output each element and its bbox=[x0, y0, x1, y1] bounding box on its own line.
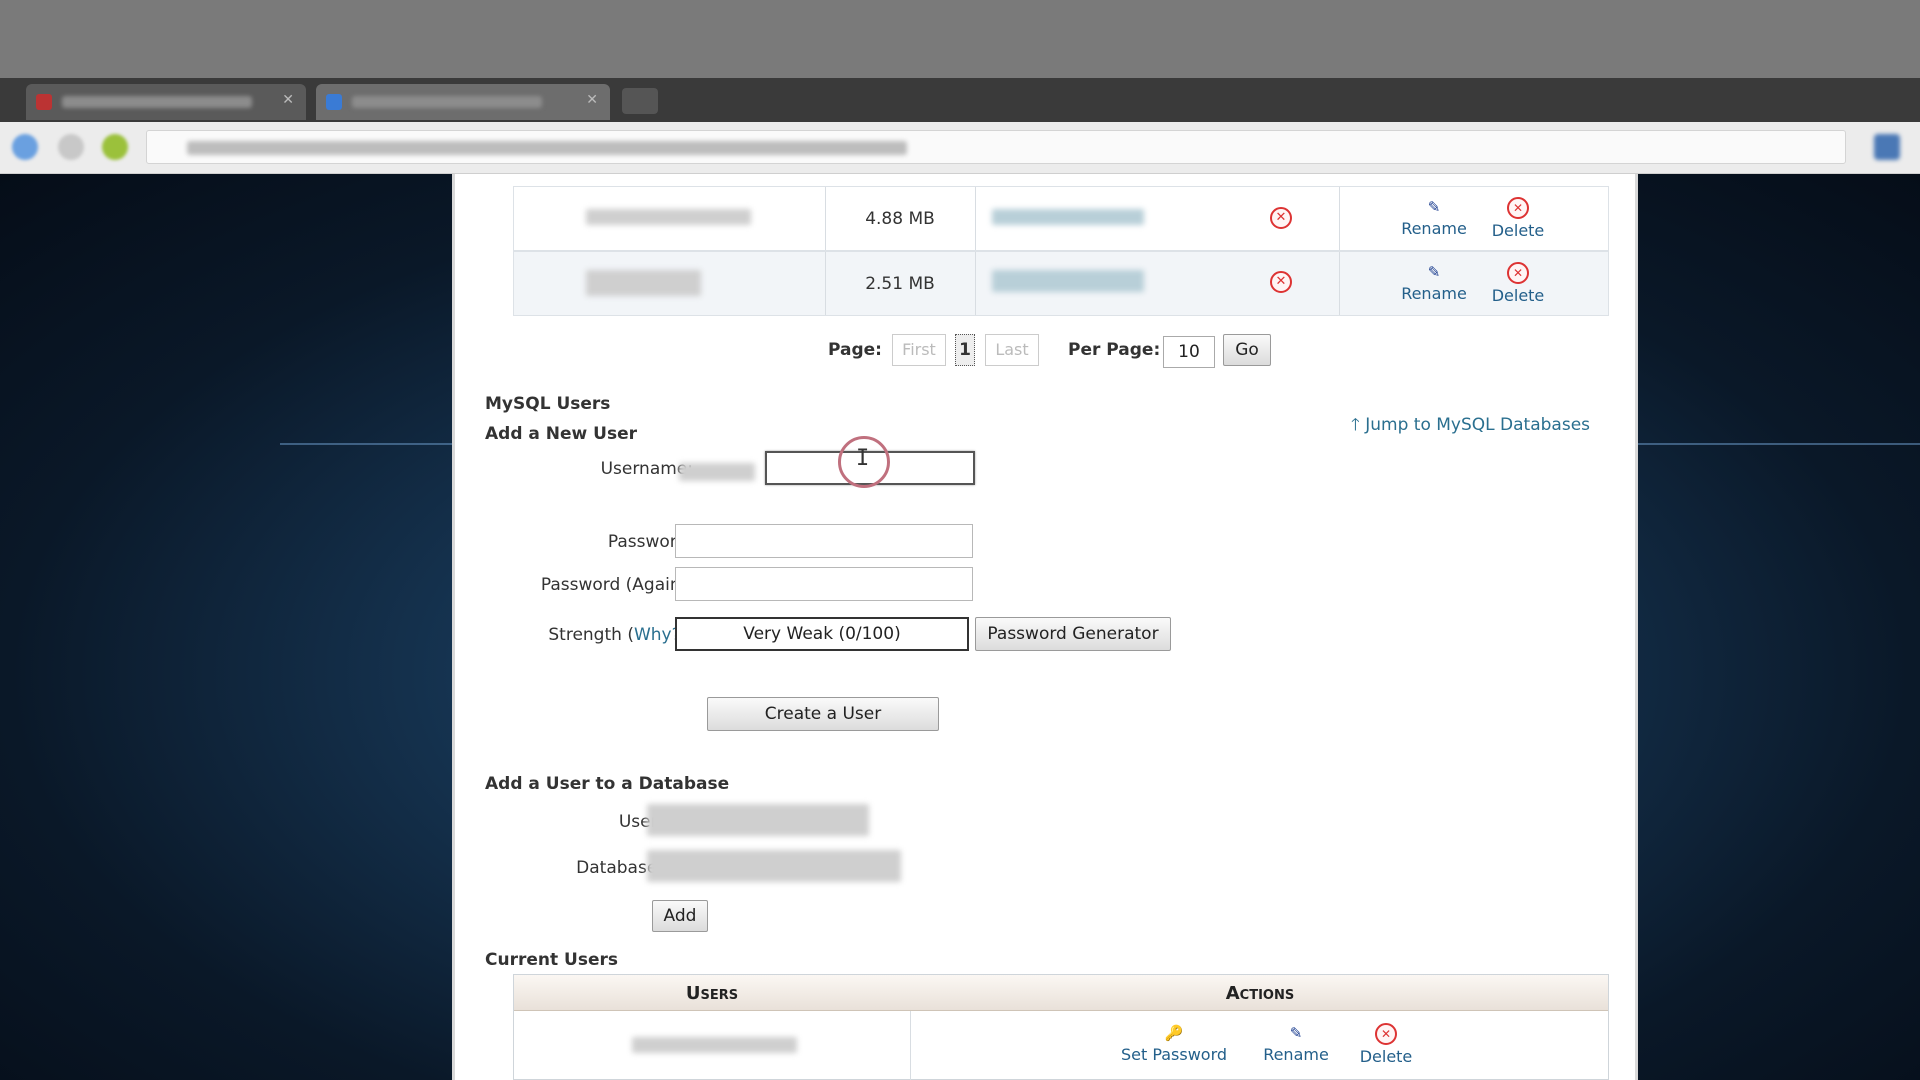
user-select[interactable] bbox=[647, 804, 869, 836]
close-icon[interactable]: ✕ bbox=[586, 92, 598, 108]
column-header-users: Users bbox=[685, 983, 739, 1004]
delete-icon: ✕ bbox=[1375, 1023, 1397, 1045]
password-generator-button[interactable]: Password Generator bbox=[975, 617, 1171, 651]
page-label: Page: bbox=[828, 340, 882, 360]
current-page: 1 bbox=[955, 334, 975, 366]
delete-action[interactable]: ✕ Delete bbox=[1348, 1023, 1424, 1066]
user-select-label: User: bbox=[618, 812, 663, 832]
browser-tab-2[interactable]: ✕ bbox=[316, 84, 610, 120]
delete-icon[interactable]: ✕ bbox=[1270, 207, 1292, 229]
last-page-button[interactable]: Last bbox=[985, 334, 1039, 366]
extension-icon[interactable] bbox=[1874, 134, 1900, 160]
rename-label: Rename bbox=[1263, 1045, 1329, 1064]
new-tab-button[interactable] bbox=[622, 88, 658, 114]
database-select[interactable] bbox=[647, 850, 901, 882]
rename-icon: ✎ bbox=[1427, 198, 1441, 216]
password-strength-meter: Very Weak (0/100) bbox=[675, 617, 969, 651]
tab-favicon bbox=[326, 94, 342, 110]
background-line bbox=[1638, 443, 1920, 445]
database-name-blurred bbox=[586, 270, 701, 296]
username-label: Username: bbox=[600, 459, 693, 479]
delete-label: Delete bbox=[1359, 1047, 1413, 1066]
database-name-blurred bbox=[586, 209, 751, 225]
text-cursor-icon: I bbox=[856, 446, 870, 471]
tab-favicon bbox=[36, 94, 52, 110]
rename-action[interactable]: ✎ Rename bbox=[1394, 197, 1474, 238]
strength-label-prefix: Strength ( bbox=[548, 625, 634, 645]
pagination: Page: First 1 Last Per Page: Go bbox=[455, 332, 1635, 368]
database-select-label: Database: bbox=[576, 858, 663, 878]
add-user-to-db-button[interactable]: Add bbox=[652, 900, 708, 932]
add-new-user-heading: Add a New User bbox=[485, 424, 638, 444]
password-label: Password: bbox=[607, 532, 693, 552]
delete-icon: ✕ bbox=[1507, 262, 1529, 284]
rename-label: Rename bbox=[1401, 284, 1467, 303]
user-name-blurred bbox=[632, 1037, 797, 1053]
password-again-field[interactable] bbox=[675, 567, 973, 601]
column-header-actions: Actions bbox=[1225, 983, 1295, 1004]
current-users-heading: Current Users bbox=[485, 950, 618, 970]
arrow-up-icon: 🡑 bbox=[1351, 415, 1360, 435]
rename-icon: ✎ bbox=[1427, 263, 1441, 281]
delete-icon: ✕ bbox=[1507, 197, 1529, 219]
tab-title-blurred bbox=[352, 96, 542, 108]
database-size: 2.51 MB bbox=[865, 274, 935, 294]
per-page-input[interactable] bbox=[1163, 336, 1215, 368]
reload-icon[interactable] bbox=[102, 134, 128, 160]
cpanel-page: 4.88 MB ✕ ✎ Rename ✕ Delete 2.51 MB ✕ ✎ … bbox=[452, 174, 1638, 1080]
address-bar[interactable] bbox=[146, 130, 1846, 164]
browser-tab-1[interactable]: ✕ bbox=[26, 84, 306, 120]
database-size: 4.88 MB bbox=[865, 209, 935, 229]
delete-action[interactable]: ✕ Delete bbox=[1480, 262, 1556, 305]
section-title: MySQL Users bbox=[485, 394, 611, 414]
database-user-blurred bbox=[992, 209, 1144, 225]
set-password-label: Set Password bbox=[1120, 1045, 1228, 1064]
table-row: 4.88 MB ✕ ✎ Rename ✕ Delete bbox=[513, 186, 1609, 251]
username-prefix-blurred bbox=[679, 463, 755, 481]
close-icon[interactable]: ✕ bbox=[282, 92, 294, 108]
back-icon[interactable] bbox=[12, 134, 38, 160]
delete-icon[interactable]: ✕ bbox=[1270, 271, 1292, 293]
table-header: Users Actions bbox=[514, 975, 1608, 1011]
database-user-blurred bbox=[992, 270, 1144, 292]
current-users-table: Users Actions 🔑 Set Password ✎ Rename ✕ … bbox=[513, 974, 1609, 1080]
tab-title-blurred bbox=[62, 96, 252, 108]
rename-icon: ✎ bbox=[1289, 1024, 1303, 1042]
create-user-button[interactable]: Create a User bbox=[707, 697, 939, 731]
strength-why-link[interactable]: Why? bbox=[634, 625, 681, 645]
background-line bbox=[280, 443, 452, 445]
password-field[interactable] bbox=[675, 524, 973, 558]
forward-icon[interactable] bbox=[58, 134, 84, 160]
rename-action[interactable]: ✎ Rename bbox=[1256, 1023, 1336, 1064]
jump-to-databases-link[interactable]: 🡑 Jump to MySQL Databases bbox=[1351, 412, 1590, 441]
first-page-button[interactable]: First bbox=[892, 334, 946, 366]
delete-label: Delete bbox=[1491, 286, 1545, 305]
delete-action[interactable]: ✕ Delete bbox=[1480, 197, 1556, 240]
tab-strip: ✕ ✕ bbox=[0, 78, 1920, 122]
password-again-label: Password (Again): bbox=[540, 575, 693, 595]
delete-label: Delete bbox=[1491, 221, 1545, 240]
strength-label: Strength (Why?): bbox=[495, 625, 693, 645]
add-user-to-db-heading: Add a User to a Database bbox=[485, 774, 730, 794]
jump-link-label: Jump to MySQL Databases bbox=[1365, 415, 1591, 435]
key-icon: 🔑 bbox=[1164, 1024, 1184, 1042]
table-row: 2.51 MB ✕ ✎ Rename ✕ Delete bbox=[513, 251, 1609, 316]
go-button[interactable]: Go bbox=[1223, 334, 1271, 366]
per-page-label: Per Page: bbox=[1068, 340, 1161, 360]
window-titlebar bbox=[0, 0, 1920, 78]
browser-toolbar bbox=[0, 122, 1920, 174]
rename-label: Rename bbox=[1401, 219, 1467, 238]
url-text-blurred bbox=[187, 141, 907, 155]
set-password-action[interactable]: 🔑 Set Password bbox=[1114, 1023, 1234, 1064]
rename-action[interactable]: ✎ Rename bbox=[1394, 262, 1474, 303]
